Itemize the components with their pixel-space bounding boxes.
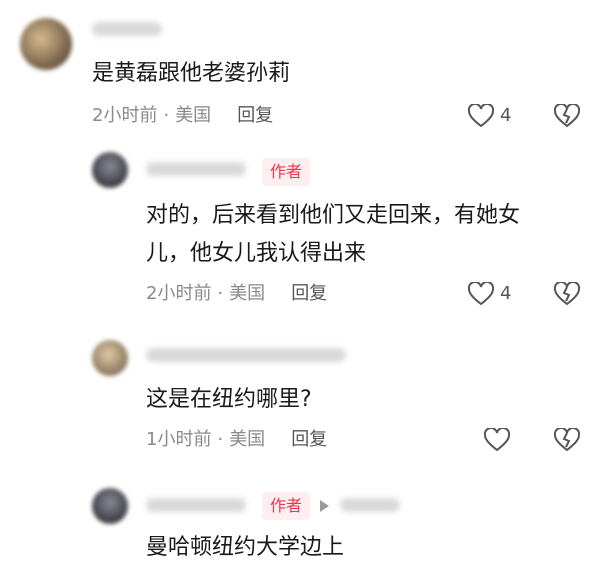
location: 美国 — [229, 429, 266, 450]
broken-heart-icon — [554, 428, 580, 452]
username-blurred[interactable] — [146, 348, 346, 362]
comment-text-line1: 对的，后来看到他们又走回来，有她女 — [146, 203, 521, 228]
broken-heart-icon — [554, 282, 580, 306]
author-badge: 作者 — [262, 492, 311, 520]
dislike-button[interactable] — [554, 282, 580, 306]
avatar[interactable] — [20, 18, 72, 70]
like-button[interactable]: 4 — [468, 104, 511, 128]
location: 美国 — [229, 283, 266, 304]
avatar[interactable] — [92, 488, 128, 524]
like-count: 4 — [500, 105, 512, 126]
comment-meta: 2小时前 · 美国 回复 — [92, 104, 273, 128]
avatar[interactable] — [92, 152, 128, 188]
username-blurred[interactable] — [146, 498, 246, 512]
reply-target-blurred[interactable] — [340, 498, 400, 512]
separator-dot: · — [217, 429, 224, 450]
author-badge: 作者 — [262, 158, 311, 186]
timestamp: 1小时前 — [146, 429, 212, 450]
heart-icon — [468, 282, 494, 306]
location: 美国 — [175, 105, 212, 126]
like-button[interactable] — [484, 428, 510, 452]
like-button[interactable]: 4 — [468, 282, 511, 306]
reply-button[interactable]: 回复 — [237, 105, 273, 126]
dislike-button[interactable] — [554, 428, 580, 452]
separator-dot: · — [163, 105, 170, 126]
comment-text: 是黄磊跟他老婆孙莉 — [92, 61, 291, 86]
separator-dot: · — [217, 283, 224, 304]
comment-meta: 1小时前 · 美国 回复 — [146, 428, 327, 452]
reply-button[interactable]: 回复 — [291, 283, 327, 304]
dislike-button[interactable] — [554, 104, 580, 128]
comment-text: 曼哈顿纽约大学边上 — [146, 535, 345, 560]
username-blurred[interactable] — [146, 162, 246, 176]
username-blurred[interactable] — [92, 22, 162, 36]
like-count: 4 — [500, 283, 512, 304]
reply-button[interactable]: 回复 — [291, 429, 327, 450]
timestamp: 2小时前 — [146, 283, 212, 304]
heart-icon — [468, 104, 494, 128]
heart-icon — [484, 428, 510, 452]
comment-text: 这是在纽约哪里? — [146, 387, 312, 412]
broken-heart-icon — [554, 104, 580, 128]
comment-meta: 2小时前 · 美国 回复 — [146, 282, 327, 306]
timestamp: 2小时前 — [92, 105, 158, 126]
reply-arrow-icon — [320, 500, 329, 512]
comment-text-line2: 儿，他女儿我认得出来 — [146, 241, 367, 266]
avatar[interactable] — [92, 340, 128, 376]
